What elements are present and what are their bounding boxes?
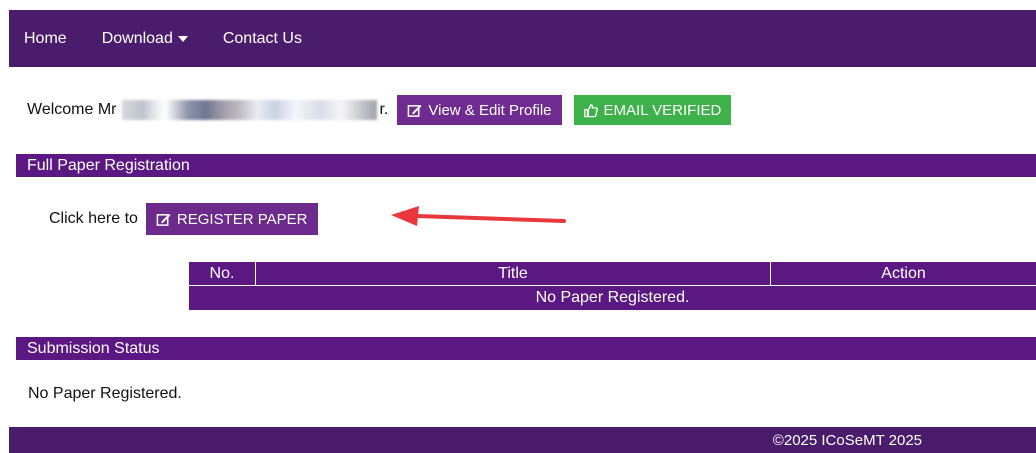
edit-profile-label: View & Edit Profile xyxy=(428,101,552,119)
full-paper-registration-heading: Full Paper Registration xyxy=(16,154,1036,177)
top-navbar: Home Download Contact Us xyxy=(9,10,1036,67)
empty-message-cell: No Paper Registered. xyxy=(189,285,1036,310)
redacted-username xyxy=(121,100,377,120)
nav-contact-label: Contact Us xyxy=(222,29,302,47)
column-header-no: No. xyxy=(189,262,256,286)
welcome-suffix: r. xyxy=(379,101,389,118)
nav-home[interactable]: Home xyxy=(24,30,67,48)
column-header-action: Action xyxy=(770,262,1036,286)
register-paper-button[interactable]: REGISTER PAPER xyxy=(145,203,318,235)
nav-download-label: Download xyxy=(101,29,173,47)
submission-status-heading-text: Submission Status xyxy=(27,339,160,357)
red-arrow-annotation xyxy=(391,206,566,226)
register-paper-label: REGISTER PAPER xyxy=(176,210,308,228)
papers-table: No. Title Action No Paper Registered. xyxy=(189,262,1036,310)
caret-down-icon xyxy=(177,35,188,42)
submission-status-heading: Submission Status xyxy=(16,337,1036,360)
nav-home-label: Home xyxy=(24,29,67,47)
email-verified-label: EMAIL VERIFIED xyxy=(603,101,722,119)
column-header-title: Title xyxy=(255,262,771,286)
welcome-row: Welcome Mr r. View & Edit Profile EMAIL … xyxy=(27,95,732,125)
email-verified-badge[interactable]: EMAIL VERIFIED xyxy=(573,95,732,125)
edit-icon xyxy=(408,104,422,117)
register-row: Click here to REGISTER PAPER xyxy=(49,203,318,235)
click-here-text: Click here to xyxy=(49,210,138,227)
edit-icon xyxy=(156,213,171,226)
thumbs-up-icon xyxy=(583,103,598,117)
footer: ©2025 ICoSeMT 2025 xyxy=(9,427,1036,453)
footer-copyright: ©2025 ICoSeMT 2025 xyxy=(772,431,922,449)
submission-status-message: No Paper Registered. xyxy=(28,385,182,402)
table-row: No Paper Registered. xyxy=(189,285,1036,310)
welcome-prefix: Welcome Mr xyxy=(27,101,117,118)
papers-table-header-row: No. Title Action xyxy=(189,262,1036,286)
full-paper-heading-text: Full Paper Registration xyxy=(27,156,190,174)
nav-contact-us[interactable]: Contact Us xyxy=(223,30,302,48)
view-edit-profile-button[interactable]: View & Edit Profile xyxy=(397,95,562,125)
nav-download[interactable]: Download xyxy=(102,30,188,48)
